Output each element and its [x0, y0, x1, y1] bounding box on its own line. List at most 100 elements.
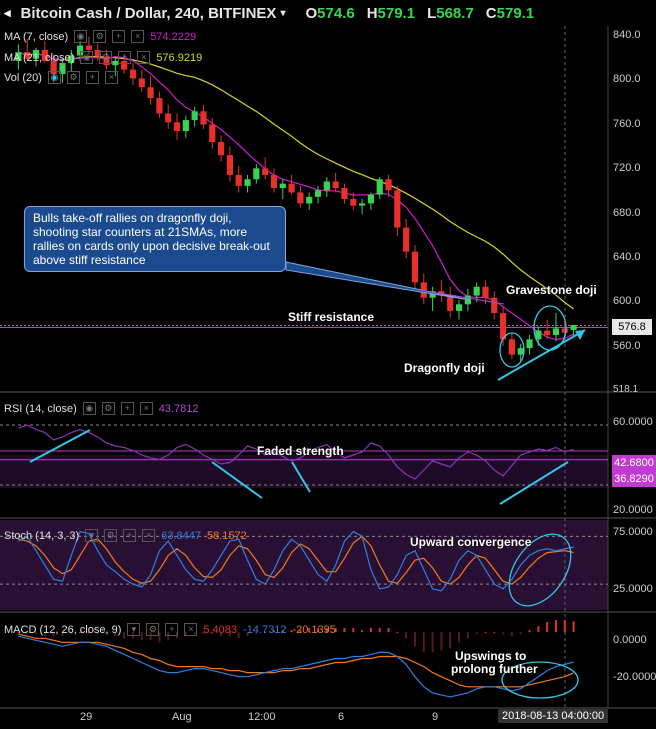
dropdown-icon[interactable]: ▾: [127, 623, 141, 636]
title-dropdown-icon[interactable]: ▾: [280, 8, 285, 19]
ohlc-high-key: H: [366, 4, 378, 22]
legend-rsi[interactable]: RSI (14, close) ◉ ⚙ + × 43.7812: [4, 402, 199, 415]
rsi-lower-tag: 36.8290: [612, 471, 656, 487]
close-icon[interactable]: ×: [137, 51, 151, 64]
ohlc-close-value: 579.1: [496, 4, 535, 22]
add-icon[interactable]: +: [120, 402, 134, 415]
ohlc-open-key: O: [305, 4, 318, 22]
upward-convergence-label: Upward convergence: [410, 535, 532, 549]
macd-hist-bar: [554, 620, 557, 633]
settings-icon[interactable]: ⚙: [146, 623, 160, 636]
candle-body: [306, 196, 313, 204]
chart-title[interactable]: Bitcoin Cash / Dollar, 240, BITFINEX: [21, 5, 277, 22]
candle-body: [173, 122, 181, 132]
candle-body: [226, 155, 233, 175]
macd-hist-bar: [537, 626, 540, 633]
candle-body: [314, 190, 322, 197]
eye-icon[interactable]: ◉: [82, 402, 96, 415]
macd-hist-bar: [378, 628, 381, 633]
settings-icon[interactable]: ⚙: [66, 71, 80, 84]
chart-header: ◂ Bitcoin Cash / Dollar, 240, BITFINEX ▾…: [0, 0, 656, 26]
candle-body: [376, 179, 383, 195]
time-tick-label: 6: [338, 711, 345, 723]
candle-body: [552, 328, 560, 335]
settings-icon[interactable]: ⚙: [104, 529, 118, 542]
candle-body: [262, 168, 269, 175]
macd-hist-bar: [484, 632, 487, 634]
macd-signal-value: -20.1395: [292, 623, 336, 636]
ohlc-close-key: C: [485, 4, 497, 22]
candle-body: [526, 339, 533, 349]
add-icon[interactable]: +: [118, 51, 132, 64]
candle-body: [235, 174, 242, 186]
macd-hist-bar: [369, 628, 372, 633]
candle-body: [138, 78, 145, 88]
eye-icon[interactable]: ◉: [80, 51, 94, 64]
stoch-k-value: 63.8447: [161, 529, 201, 542]
eye-icon[interactable]: ◉: [74, 30, 88, 43]
collapse-icon[interactable]: ◂: [4, 5, 11, 21]
rsi-value: 43.7812: [158, 402, 199, 415]
price-tick-label: 640.0: [613, 251, 641, 263]
close-icon[interactable]: ×: [142, 529, 156, 542]
candle-body: [156, 98, 163, 114]
add-icon[interactable]: +: [165, 623, 179, 636]
settings-icon[interactable]: ⚙: [101, 402, 115, 415]
macd-hist-bar: [502, 632, 505, 635]
ohlc-low-value: 568.7: [436, 4, 474, 22]
legend-stoch[interactable]: Stoch (14, 3, 3) ▾ ⚙ + × 63.8447 58.1572: [4, 529, 247, 542]
macd-hist-bar: [510, 632, 513, 637]
ma7-value: 574.2229: [150, 30, 197, 43]
close-icon[interactable]: ×: [131, 30, 145, 43]
candle-body: [455, 304, 463, 311]
analysis-callout: Bulls take-off rallies on dragonfly doji…: [24, 206, 286, 272]
macd-hist-bar: [352, 628, 355, 633]
rsi-label: RSI (14, close): [4, 402, 77, 415]
add-icon[interactable]: +: [85, 71, 99, 84]
legend-ma21[interactable]: MA (21, close) ◉ ⚙ + × 576.9219: [4, 51, 202, 64]
add-icon[interactable]: +: [112, 30, 126, 43]
settings-icon[interactable]: ⚙: [99, 51, 113, 64]
dragonfly-doji-label: Dragonfly doji: [404, 361, 485, 375]
legend-macd[interactable]: MACD (12, 26, close, 9) ▾ ⚙ + × 5.4083 -14.…: [4, 623, 336, 636]
legend-vol[interactable]: Vol (20) ◉ ⚙ + ×: [4, 71, 118, 84]
candle-body: [570, 325, 577, 330]
macd-line-value: -14.7312: [243, 623, 287, 636]
stoch-d-value: 58.1572: [206, 529, 247, 542]
time-tick-label: 29: [80, 711, 93, 723]
time-tick-label: Aug: [172, 711, 192, 723]
candle-body: [394, 190, 401, 228]
macd-hist-bar: [458, 632, 461, 643]
settings-icon[interactable]: ⚙: [93, 30, 107, 43]
macd-hist-bar: [387, 628, 390, 633]
price-tick-label: 840.0: [613, 29, 641, 41]
close-icon[interactable]: ×: [139, 402, 153, 415]
candle-body: [561, 328, 568, 333]
candle-body: [85, 45, 92, 50]
dropdown-icon[interactable]: ▾: [85, 529, 99, 542]
macd-hist-bar: [572, 621, 575, 633]
candle-body: [323, 181, 330, 191]
candle-body: [270, 174, 278, 189]
macd-hist-bar: [422, 632, 425, 653]
macd-hist-bar: [413, 632, 416, 647]
ohlc-low-key: L: [427, 4, 437, 22]
eye-icon[interactable]: ◉: [47, 71, 61, 84]
stoch-tick-label: 75.0000: [613, 526, 653, 538]
rsi-tick-label: 60.0000: [613, 416, 653, 428]
macd-tick-label: 0.0000: [613, 634, 647, 646]
last-price-tag: 576.8: [612, 319, 652, 335]
candle-body: [411, 251, 419, 283]
close-icon[interactable]: ×: [104, 71, 118, 84]
close-icon[interactable]: ×: [184, 623, 198, 636]
legend-ma7[interactable]: MA (7, close) ◉ ⚙ + × 574.2229: [4, 30, 196, 43]
faded-strength-label: Faded strength: [257, 444, 344, 458]
macd-hist-bar: [528, 630, 531, 633]
ohlc-open-value: 574.6: [317, 4, 355, 22]
add-icon[interactable]: +: [123, 529, 137, 542]
macd-hist-bar: [343, 628, 346, 633]
price-tick-label: 600.0: [613, 295, 641, 307]
ohlc-readout: O574.6 H579.1 L568.7 C579.1: [305, 5, 534, 22]
macd-hist-bar: [449, 632, 452, 649]
candle-body: [341, 188, 348, 200]
